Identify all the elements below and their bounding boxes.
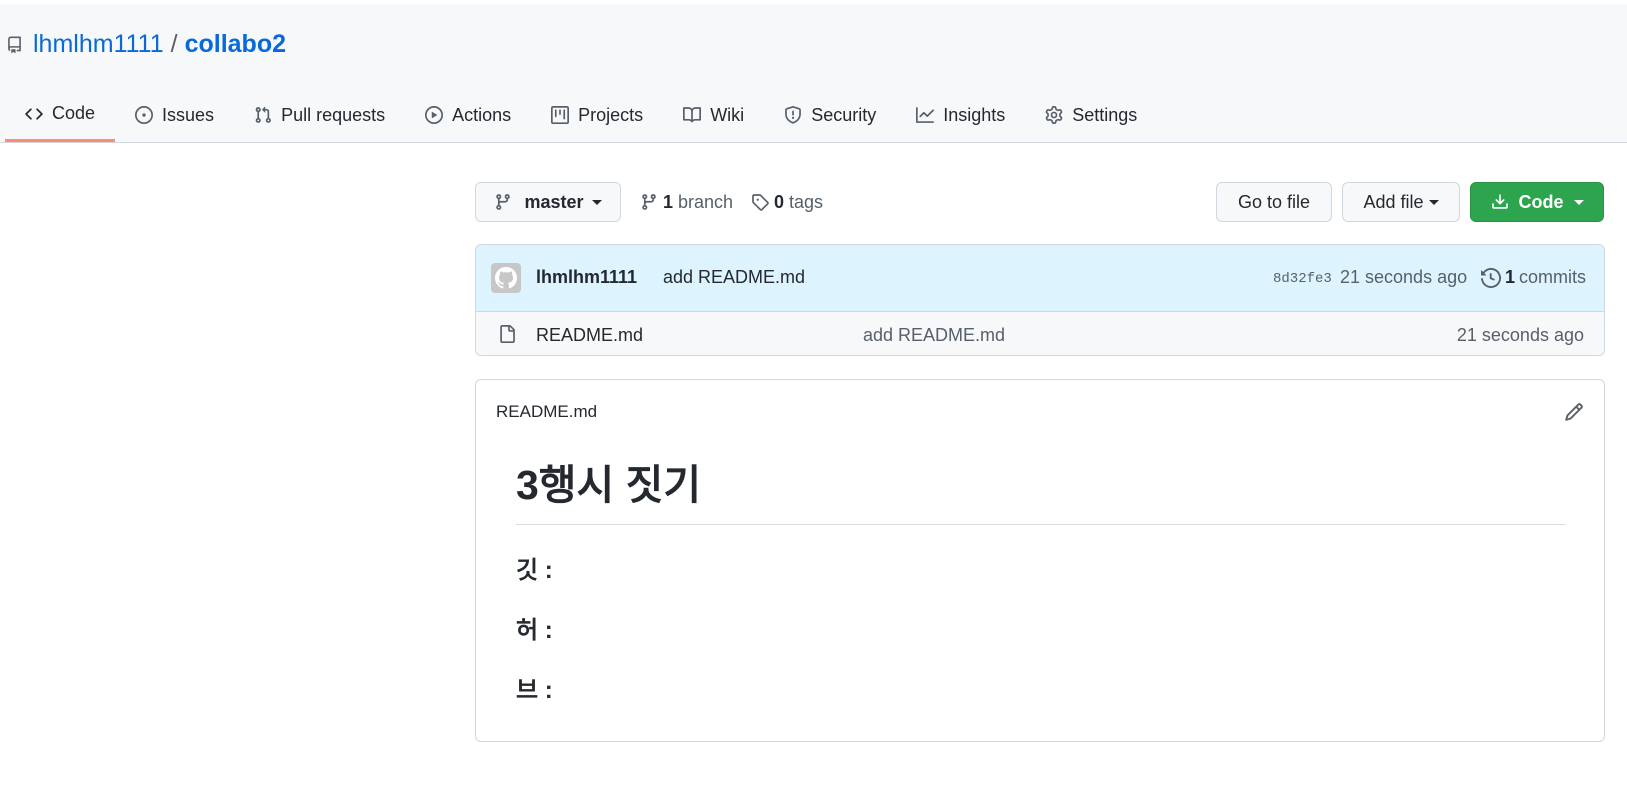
add-file-button[interactable]: Add file [1342, 182, 1460, 222]
graph-icon [916, 107, 935, 123]
file-icon [500, 325, 515, 343]
readme-filename[interactable]: README.md [496, 402, 597, 422]
file-navigation: master 1 branch 0 tags Go to file Add fi… [475, 182, 1605, 224]
commit-word: commits [1519, 267, 1587, 287]
readme-panel: README.md 3행시 짓기 깃 : 허 : 브 : [475, 379, 1605, 742]
file-row: README.md add README.md 21 seconds ago [476, 312, 1604, 355]
tag-icon [752, 194, 769, 211]
tab-label: Security [811, 104, 877, 125]
book-icon [683, 107, 702, 123]
tab-label: Pull requests [281, 104, 386, 125]
code-button[interactable]: Code [1470, 182, 1604, 222]
tag-word: tags [789, 191, 824, 212]
git-branch-icon [496, 194, 511, 210]
commit-message-link[interactable]: add README.md [663, 267, 805, 288]
latest-commit-bar: lhmlhm1111 add README.md 8d32fe3 21 seco… [476, 245, 1604, 312]
tab-issues[interactable]: Issues [115, 88, 234, 142]
branch-word: branch [678, 191, 734, 212]
tab-actions[interactable]: Actions [405, 88, 531, 142]
tab-projects[interactable]: Projects [531, 88, 663, 142]
file-commit-time: 21 seconds ago [1456, 325, 1584, 345]
repo-name-link[interactable]: collabo2 [185, 30, 286, 59]
commit-time: 21 seconds ago [1340, 267, 1468, 287]
chevron-down-icon [1573, 199, 1584, 205]
tab-code[interactable]: Code [5, 88, 116, 142]
readme-line: 허 : [516, 617, 553, 644]
repo-icon [8, 36, 21, 53]
git-branch-icon [642, 194, 656, 210]
pencil-icon[interactable] [1564, 402, 1584, 422]
tag-count: 0 [774, 191, 785, 212]
tab-settings[interactable]: Settings [1025, 88, 1157, 142]
tab-security[interactable]: Security [764, 88, 896, 142]
avatar[interactable] [491, 263, 521, 293]
play-icon [425, 106, 444, 124]
issue-icon [135, 106, 154, 124]
gear-icon [1045, 106, 1063, 124]
tags-link[interactable]: 0 tags [751, 182, 823, 222]
tab-pull-requests[interactable]: Pull requests [234, 88, 405, 142]
github-mark-icon [495, 267, 517, 289]
tab-label: Actions [452, 104, 512, 125]
tab-label: Projects [578, 104, 644, 125]
tab-label: Issues [162, 104, 215, 125]
repo-tabs: Code Issues Pull requests Actions Projec… [5, 88, 1157, 142]
tab-label: Insights [943, 104, 1006, 125]
commit-author-link[interactable]: lhmlhm1111 [536, 267, 637, 288]
tab-label: Settings [1072, 104, 1138, 125]
branch-count: 1 [663, 191, 674, 212]
readme-heading: 3행시 짓기 [516, 458, 1566, 525]
add-file-label: Add file [1363, 191, 1424, 212]
tab-label: Wiki [710, 104, 745, 125]
go-to-file-button[interactable]: Go to file [1216, 182, 1332, 222]
readme-content: 3행시 짓기 깃 : 허 : 브 : [516, 458, 1566, 721]
repo-owner-link[interactable]: lhmlhm1111 [33, 30, 164, 59]
history-icon [1481, 267, 1501, 288]
tab-wiki[interactable]: Wiki [663, 88, 764, 142]
repo-title: lhmlhm1111 / collabo2 [6, 30, 286, 59]
commits-history-link[interactable]: 1 commits [1481, 267, 1586, 288]
chevron-down-icon [591, 199, 602, 205]
repo-main: master 1 branch 0 tags Go to file Add fi… [475, 182, 1605, 742]
commit-sha-link[interactable]: 8d32fe3 [1273, 271, 1332, 287]
readme-line: 브 : [516, 677, 553, 704]
code-button-label: Code [1518, 191, 1564, 212]
tab-label: Code [52, 103, 96, 123]
code-icon [25, 107, 43, 120]
chevron-down-icon [1428, 199, 1439, 205]
pull-request-icon [255, 106, 271, 123]
file-commit-message-link[interactable]: add README.md [863, 325, 1005, 346]
commit-count: 1 [1505, 267, 1516, 287]
tab-insights[interactable]: Insights [896, 88, 1025, 142]
branch-name: master [524, 191, 584, 212]
download-icon [1491, 194, 1508, 209]
branch-select-button[interactable]: master [475, 182, 621, 222]
project-icon [551, 106, 570, 124]
shield-icon [785, 106, 802, 124]
file-name-link[interactable]: README.md [536, 325, 643, 346]
readme-line: 깃 : [516, 557, 553, 584]
repo-header: lhmlhm1111 / collabo2 Code Issues Pull r… [0, 4, 1627, 143]
file-list: lhmlhm1111 add README.md 8d32fe3 21 seco… [475, 244, 1605, 356]
repo-separator: / [170, 30, 178, 58]
branches-link[interactable]: 1 branch [640, 182, 733, 222]
